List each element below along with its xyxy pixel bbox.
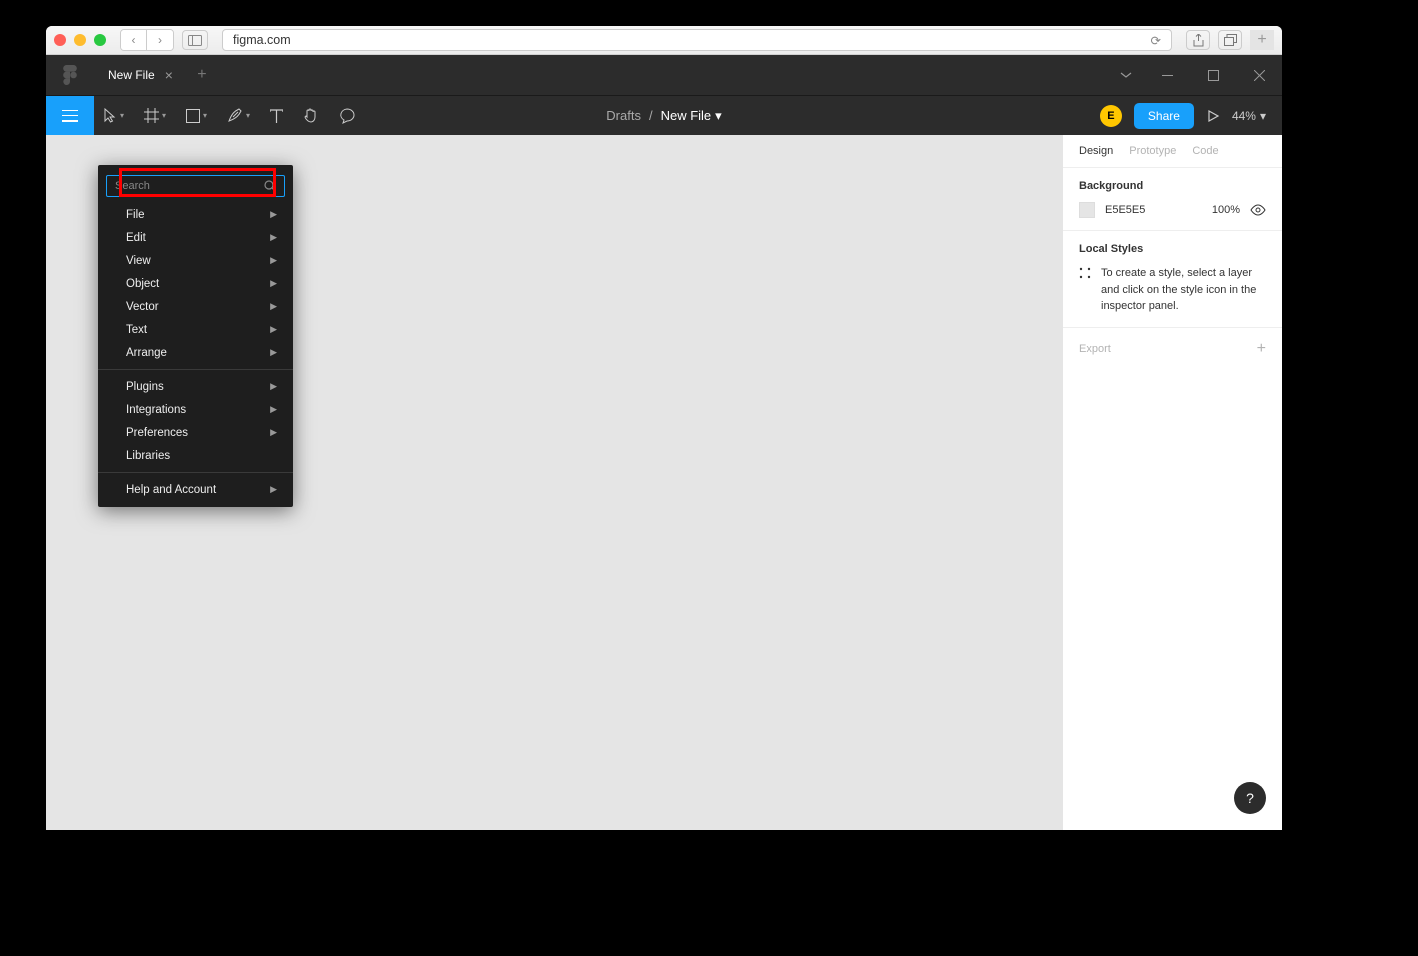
menu-separator bbox=[98, 369, 293, 370]
background-swatch[interactable] bbox=[1079, 202, 1095, 218]
background-opacity[interactable]: 100% bbox=[1212, 204, 1240, 216]
main-menu-dropdown: File▶Edit▶View▶Object▶Vector▶Text▶Arrang… bbox=[98, 165, 293, 507]
zoom-control[interactable]: 44%▾ bbox=[1232, 109, 1266, 123]
close-window-dot[interactable] bbox=[54, 34, 66, 46]
chevron-down-icon: ▾ bbox=[715, 108, 722, 124]
tab-prototype[interactable]: Prototype bbox=[1129, 145, 1176, 157]
chevron-right-icon: ▶ bbox=[270, 484, 277, 495]
add-export-icon[interactable]: + bbox=[1257, 340, 1266, 358]
share-button[interactable]: Share bbox=[1134, 103, 1194, 129]
present-button[interactable] bbox=[1206, 109, 1220, 123]
local-styles-title: Local Styles bbox=[1079, 243, 1266, 255]
local-styles-hint: To create a style, select a layer and cl… bbox=[1101, 265, 1266, 315]
minimize-window-dot[interactable] bbox=[74, 34, 86, 46]
chevron-right-icon: ▶ bbox=[270, 232, 277, 243]
panel-tabs: Design Prototype Code bbox=[1063, 135, 1282, 168]
chevron-down-icon: ▾ bbox=[120, 111, 124, 120]
menu-separator bbox=[98, 472, 293, 473]
move-tool[interactable]: ▾ bbox=[94, 96, 134, 136]
menu-item-integrations[interactable]: Integrations▶ bbox=[98, 398, 293, 421]
chevron-right-icon: ▶ bbox=[270, 404, 277, 415]
close-icon[interactable] bbox=[1236, 55, 1282, 95]
background-title: Background bbox=[1079, 180, 1266, 192]
text-tool[interactable] bbox=[260, 96, 293, 136]
chevron-right-icon: ▶ bbox=[270, 209, 277, 220]
chevron-down-icon: ▾ bbox=[162, 111, 166, 120]
menu-search-box[interactable] bbox=[106, 175, 285, 197]
pen-tool[interactable]: ▾ bbox=[217, 96, 260, 136]
help-button[interactable]: ? bbox=[1234, 782, 1266, 814]
close-tab-icon[interactable]: × bbox=[165, 67, 173, 83]
menu-item-object[interactable]: Object▶ bbox=[98, 272, 293, 295]
figma-logo-icon[interactable] bbox=[46, 65, 94, 85]
hamburger-icon bbox=[62, 110, 78, 122]
chevron-right-icon: ▶ bbox=[270, 255, 277, 266]
hand-tool[interactable] bbox=[293, 96, 329, 136]
maximize-window-dot[interactable] bbox=[94, 34, 106, 46]
search-icon bbox=[264, 180, 276, 192]
refresh-icon[interactable]: ⟳ bbox=[1151, 33, 1161, 48]
visibility-toggle-icon[interactable] bbox=[1250, 204, 1266, 216]
chevron-right-icon: ▶ bbox=[270, 427, 277, 438]
breadcrumb: Drafts / New File▾ bbox=[606, 108, 721, 124]
breadcrumb-parent[interactable]: Drafts bbox=[606, 108, 641, 123]
frame-tool[interactable]: ▾ bbox=[134, 96, 176, 136]
new-tab-button[interactable]: + bbox=[187, 66, 217, 84]
maximize-icon[interactable] bbox=[1190, 55, 1236, 95]
breadcrumb-current[interactable]: New File▾ bbox=[661, 108, 722, 124]
nav-buttons: ‹ › bbox=[120, 29, 174, 51]
menu-item-arrange[interactable]: Arrange▶ bbox=[98, 341, 293, 364]
toolbar: ▾ ▾ ▾ ▾ Drafts / New File▾ E Share 44%▾ bbox=[46, 95, 1282, 135]
menu-item-preferences[interactable]: Preferences▶ bbox=[98, 421, 293, 444]
chevron-right-icon: ▶ bbox=[270, 278, 277, 289]
forward-button[interactable]: › bbox=[147, 30, 173, 50]
url-text: figma.com bbox=[233, 33, 291, 47]
menu-item-text[interactable]: Text▶ bbox=[98, 318, 293, 341]
main-menu-button[interactable] bbox=[46, 96, 94, 136]
chevron-right-icon: ▶ bbox=[270, 301, 277, 312]
url-bar[interactable]: figma.com ⟳ bbox=[222, 29, 1172, 51]
tabs-browser-icon[interactable] bbox=[1218, 30, 1242, 50]
share-browser-icon[interactable] bbox=[1186, 30, 1210, 50]
export-section[interactable]: Export + bbox=[1063, 328, 1282, 370]
right-panel: Design Prototype Code Background E5E5E5 … bbox=[1062, 135, 1282, 830]
menu-item-help-and-account[interactable]: Help and Account▶ bbox=[98, 478, 293, 501]
chevron-down-icon: ▾ bbox=[203, 111, 207, 120]
menu-item-file[interactable]: File▶ bbox=[98, 203, 293, 226]
minimize-icon[interactable] bbox=[1144, 55, 1190, 95]
local-styles-section: Local Styles To create a style, select a… bbox=[1063, 231, 1282, 328]
browser-chrome: ‹ › figma.com ⟳ + bbox=[46, 26, 1282, 55]
styles-grid-icon bbox=[1079, 267, 1091, 315]
chevron-down-icon: ▾ bbox=[1260, 109, 1266, 123]
menu-item-vector[interactable]: Vector▶ bbox=[98, 295, 293, 318]
chevron-right-icon: ▶ bbox=[270, 324, 277, 335]
tab-title: New File bbox=[108, 68, 155, 82]
breadcrumb-separator: / bbox=[649, 108, 653, 123]
menu-item-view[interactable]: View▶ bbox=[98, 249, 293, 272]
chevron-right-icon: ▶ bbox=[270, 347, 277, 358]
tab-design[interactable]: Design bbox=[1079, 145, 1113, 157]
tab-code[interactable]: Code bbox=[1192, 145, 1218, 157]
export-label: Export bbox=[1079, 343, 1111, 355]
new-tab-browser-button[interactable]: + bbox=[1250, 30, 1274, 50]
comment-tool[interactable] bbox=[329, 96, 365, 136]
shape-tool[interactable]: ▾ bbox=[176, 96, 217, 136]
sidebar-toggle-icon[interactable] bbox=[182, 30, 208, 50]
menu-item-libraries[interactable]: Libraries bbox=[98, 444, 293, 467]
file-tab[interactable]: New File × bbox=[94, 55, 187, 95]
background-hex[interactable]: E5E5E5 bbox=[1105, 204, 1202, 216]
menu-search-input[interactable] bbox=[115, 180, 264, 192]
traffic-lights bbox=[54, 34, 106, 46]
chevron-right-icon: ▶ bbox=[270, 381, 277, 392]
tab-bar: New File × + bbox=[46, 55, 1282, 95]
menu-item-plugins[interactable]: Plugins▶ bbox=[98, 375, 293, 398]
chevron-down-icon: ▾ bbox=[246, 111, 250, 120]
menu-item-edit[interactable]: Edit▶ bbox=[98, 226, 293, 249]
window-dropdown-icon[interactable] bbox=[1108, 55, 1144, 95]
back-button[interactable]: ‹ bbox=[121, 30, 147, 50]
avatar[interactable]: E bbox=[1100, 105, 1122, 127]
background-section: Background E5E5E5 100% bbox=[1063, 168, 1282, 231]
